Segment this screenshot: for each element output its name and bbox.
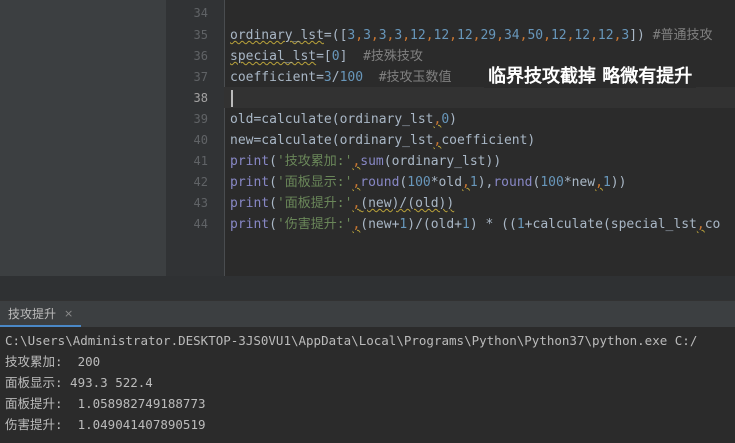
console-command-line: C:\Users\Administrator.DESKTOP-3JS0VU1\A… — [5, 333, 698, 348]
line-number: 41 — [193, 154, 208, 168]
console-output-line: 技攻累加: 200 — [5, 354, 101, 369]
line-number-current: 38 — [193, 91, 208, 105]
line-number: 42 — [193, 175, 208, 189]
console-output-line: 面板提升: 1.058982749188773 — [5, 396, 206, 411]
close-icon[interactable]: × — [64, 307, 73, 320]
code-line-44[interactable]: print('伤害提升:',(new+1)/(old+1) * ((1+calc… — [230, 214, 720, 235]
project-panel — [0, 0, 166, 300]
code-line-37[interactable]: coefficient=3/100 #技攻玉数值 — [230, 67, 452, 88]
editor-bottom-strip — [0, 276, 735, 300]
run-console[interactable]: C:\Users\Administrator.DESKTOP-3JS0VU1\A… — [0, 327, 735, 443]
code-line-43[interactable]: print('面板提升:',(new)/(old)) — [230, 193, 454, 214]
annotation-caption: 临界技攻截掉 略微有提升 — [484, 62, 697, 88]
console-output-line: 面板显示: 493.3 522.4 — [5, 375, 153, 390]
code-line-40[interactable]: new=calculate(ordinary_lst,coefficient) — [230, 130, 535, 151]
line-number: 40 — [193, 133, 208, 147]
code-line-36[interactable]: special_lst=[0] #技殊技攻 — [230, 46, 423, 67]
line-number: 43 — [193, 196, 208, 210]
current-line-highlight — [224, 87, 735, 108]
line-number: 34 — [193, 6, 208, 20]
line-number: 36 — [193, 49, 208, 63]
line-number: 35 — [193, 28, 208, 42]
gutter-separator — [224, 0, 225, 276]
code-line-42[interactable]: print('面板显示:',round(100*old,1),round(100… — [230, 172, 626, 193]
run-tool-window-header: 技攻提升 × — [0, 300, 735, 327]
line-number: 37 — [193, 70, 208, 84]
console-output-line: 伤害提升: 1.049041407890519 — [5, 417, 206, 432]
code-line-39[interactable]: old=calculate(ordinary_lst,0) — [230, 109, 457, 130]
run-tab[interactable]: 技攻提升 × — [0, 301, 82, 327]
run-tab-label: 技攻提升 — [8, 306, 57, 321]
text-caret — [231, 90, 233, 107]
editor-area[interactable]: 34 35 36 37 38 39 40 41 42 43 44 ordinar… — [0, 0, 735, 300]
line-number: 44 — [193, 217, 208, 231]
code-line-41[interactable]: print('技攻累加:',sum(ordinary_lst)) — [230, 151, 501, 172]
code-line-35[interactable]: ordinary_lst=([3,3,3,3,12,12,12,29,34,50… — [230, 25, 713, 46]
line-number: 39 — [193, 112, 208, 126]
